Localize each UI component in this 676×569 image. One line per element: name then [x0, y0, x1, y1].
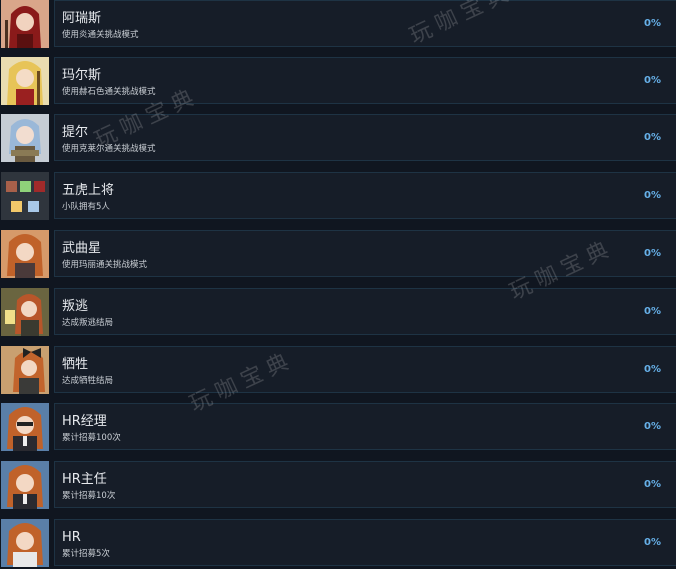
achievement-progress: 0%: [644, 248, 661, 259]
achievement-description: 使用炎通关挑战模式: [62, 30, 139, 40]
achievement-progress: 0%: [644, 479, 661, 490]
achievement-progress: 0%: [644, 421, 661, 432]
achievement-description: 达成叛逃结局: [62, 318, 114, 328]
achievement-progress: 0%: [644, 132, 661, 143]
achievement-description: 使用玛丽通关挑战模式: [62, 260, 148, 270]
achievement-progress: 0%: [644, 190, 661, 201]
achievement-description: 累计招募100次: [62, 433, 121, 443]
bow-character-icon: [1, 346, 49, 394]
blonde-character-icon: [1, 57, 49, 105]
hr-director-character-icon: [1, 461, 49, 509]
achievement-panel: 阿瑞斯 使用炎通关挑战模式 0%: [54, 0, 676, 47]
five-squares-icon: [1, 172, 49, 220]
achievement-panel: HR主任 累计招募10次 0%: [54, 461, 676, 508]
achievement-row[interactable]: 武曲星 使用玛丽通关挑战模式 0%: [0, 230, 676, 280]
achievement-description: 使用赫石色通关挑战模式: [62, 87, 156, 97]
achievement-description: 使用克莱尔通关挑战模式: [62, 144, 156, 154]
achievement-panel: 叛逃 达成叛逃结局 0%: [54, 288, 676, 335]
achievement-row[interactable]: HR 累计招募5次 0%: [0, 519, 676, 569]
achievement-description: 累计招募10次: [62, 491, 116, 501]
achievement-title: 叛逃: [62, 299, 89, 314]
achievement-progress: 0%: [644, 306, 661, 317]
achievement-panel: HR经理 累计招募100次 0%: [54, 403, 676, 450]
achievement-row[interactable]: 牺牲 达成牺牲结局 0%: [0, 346, 676, 396]
achievement-progress: 0%: [644, 18, 661, 29]
hr-manager-character-icon: [1, 403, 49, 451]
achievement-row[interactable]: HR经理 累计招募100次 0%: [0, 403, 676, 453]
achievement-row[interactable]: 五虎上将 小队拥有5人 0%: [0, 172, 676, 222]
blue-hair-character-icon: [1, 114, 49, 162]
achievement-progress: 0%: [644, 364, 661, 375]
red-hood-character-icon: [1, 0, 49, 48]
achievement-row[interactable]: 提尔 使用克莱尔通关挑战模式 0%: [0, 114, 676, 164]
achievement-row[interactable]: 叛逃 达成叛逃结局 0%: [0, 288, 676, 338]
achievement-panel: 五虎上将 小队拥有5人 0%: [54, 172, 676, 219]
achievement-panel: HR 累计招募5次 0%: [54, 519, 676, 566]
achievement-panel: 武曲星 使用玛丽通关挑战模式 0%: [54, 230, 676, 277]
orange-hair-character-icon: [1, 230, 49, 278]
achievement-title: 武曲星: [62, 241, 102, 256]
achievement-row[interactable]: 阿瑞斯 使用炎通关挑战模式 0%: [0, 0, 676, 50]
achievement-progress: 0%: [644, 75, 661, 86]
achievement-title: 玛尔斯: [62, 68, 102, 83]
achievement-title: 阿瑞斯: [62, 11, 102, 26]
achievement-panel: 玛尔斯 使用赫石色通关挑战模式 0%: [54, 57, 676, 104]
achievement-title: HR主任: [62, 472, 107, 487]
achievement-title: 牺牲: [62, 357, 89, 372]
achievement-title: 五虎上将: [62, 183, 115, 198]
achievement-title: 提尔: [62, 125, 89, 140]
hr-character-icon: [1, 519, 49, 567]
achievement-description: 累计招募5次: [62, 549, 110, 559]
achievement-title: HR经理: [62, 414, 107, 429]
lantern-character-icon: [1, 288, 49, 336]
achievement-progress: 0%: [644, 537, 661, 548]
achievement-title: HR: [62, 530, 81, 545]
achievement-description: 小队拥有5人: [62, 202, 110, 212]
achievement-description: 达成牺牲结局: [62, 376, 114, 386]
achievement-row[interactable]: 玛尔斯 使用赫石色通关挑战模式 0%: [0, 57, 676, 107]
achievement-row[interactable]: HR主任 累计招募10次 0%: [0, 461, 676, 511]
achievement-panel: 牺牲 达成牺牲结局 0%: [54, 346, 676, 393]
achievement-panel: 提尔 使用克莱尔通关挑战模式 0%: [54, 114, 676, 161]
